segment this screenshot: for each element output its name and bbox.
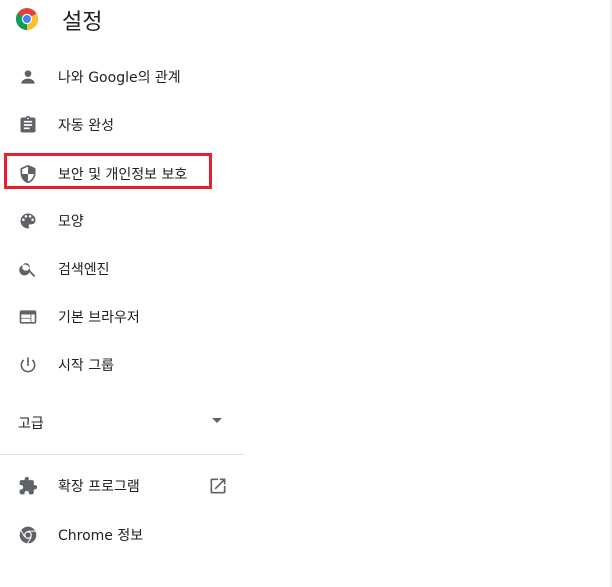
- highlight-box: [4, 153, 212, 189]
- browser-icon: [18, 307, 38, 327]
- sidebar-item-you-and-google[interactable]: 나와 Google의 관계: [0, 57, 244, 97]
- sidebar-item-label: 나와 Google의 관계: [58, 70, 181, 86]
- puzzle-icon: [18, 476, 38, 496]
- sidebar-item-label: 검색엔진: [58, 262, 110, 278]
- sidebar-item-default-browser[interactable]: 기본 브라우저: [0, 297, 244, 337]
- palette-icon: [18, 211, 38, 231]
- divider: [0, 454, 244, 455]
- sidebar-item-label: 모양: [58, 214, 84, 230]
- chrome-logo-icon: [15, 7, 39, 31]
- chevron-down-icon: [212, 418, 222, 423]
- power-icon: [18, 355, 38, 375]
- sidebar-item-about-chrome[interactable]: Chrome 정보: [0, 515, 244, 555]
- settings-header: 설정: [0, 0, 612, 44]
- advanced-label: 고급: [18, 416, 44, 432]
- person-icon: [18, 67, 38, 87]
- sidebar-item-label: 확장 프로그램: [58, 479, 140, 495]
- clipboard-icon: [18, 115, 38, 135]
- sidebar-item-label: Chrome 정보: [58, 528, 144, 544]
- sidebar-item-autofill[interactable]: 자동 완성: [0, 105, 244, 145]
- sidebar-item-search-engine[interactable]: 검색엔진: [0, 249, 244, 289]
- search-icon: [18, 259, 38, 279]
- page-title: 설정: [62, 10, 103, 35]
- chrome-icon: [18, 525, 38, 545]
- sidebar-item-label: 시작 그룹: [58, 358, 114, 374]
- sidebar-item-on-startup[interactable]: 시작 그룹: [0, 345, 244, 385]
- open-in-new-icon: [208, 476, 228, 496]
- advanced-toggle[interactable]: 고급: [0, 404, 244, 440]
- sidebar-item-extensions[interactable]: 확장 프로그램: [0, 466, 244, 506]
- sidebar-item-label: 자동 완성: [58, 118, 114, 134]
- sidebar-item-appearance[interactable]: 모양: [0, 201, 244, 241]
- sidebar-item-label: 기본 브라우저: [58, 310, 140, 326]
